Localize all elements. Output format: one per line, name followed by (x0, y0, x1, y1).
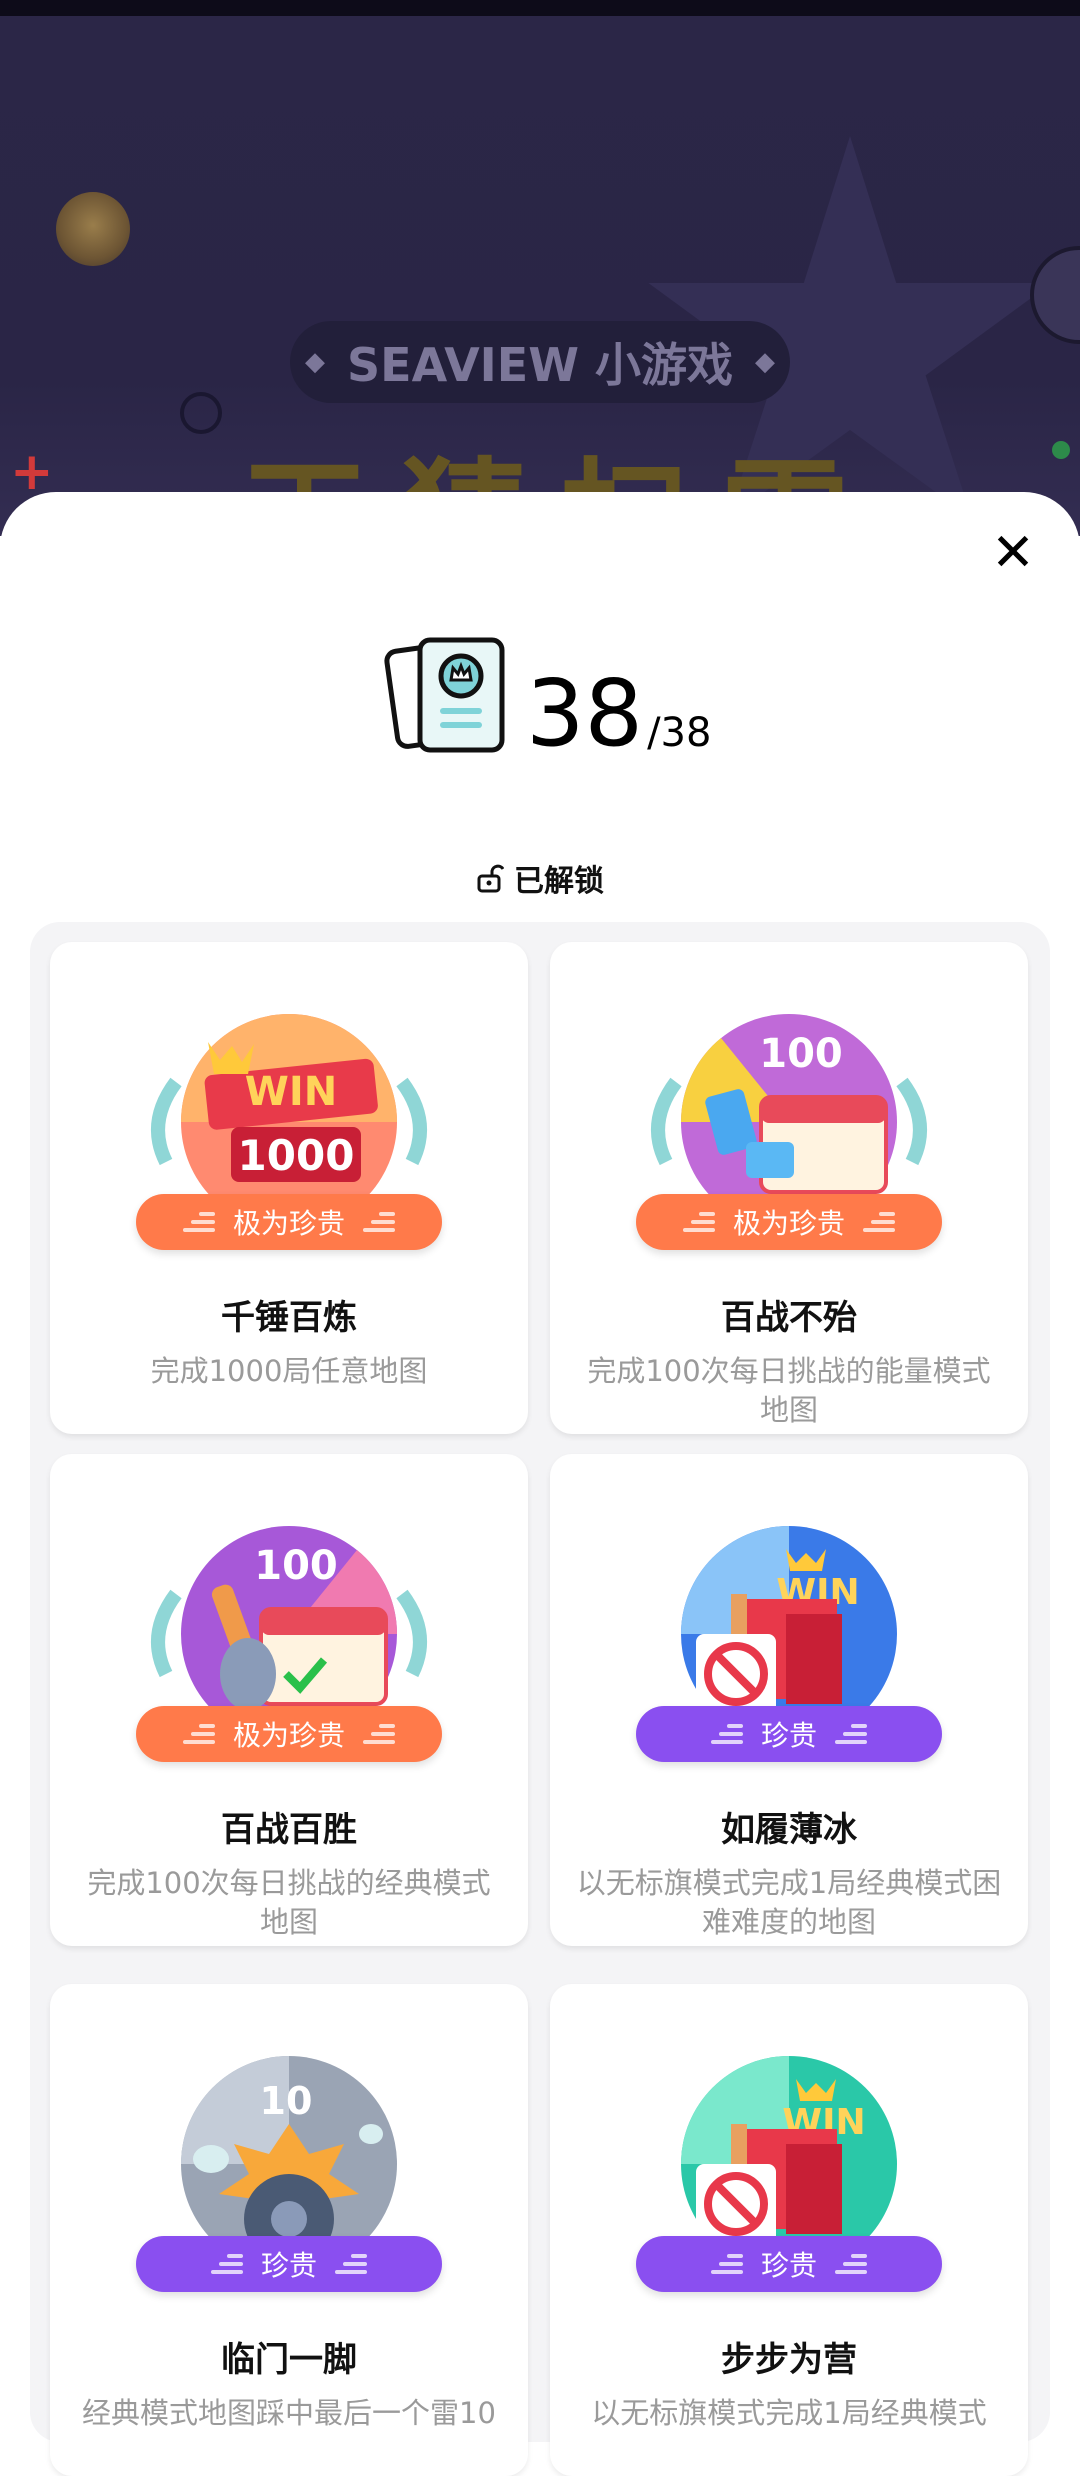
badge-number-text: 10 (260, 2079, 313, 2123)
plus-decoration-icon: + (10, 442, 54, 502)
unlock-icon (477, 864, 504, 893)
diamond-icon: ◆ (305, 347, 326, 377)
rarity-badge: 极为珍贵 (636, 1194, 942, 1250)
achievement-description: 以无标旗模式完成1局经典模式 (591, 2396, 987, 2430)
rarity-badge: 极为珍贵 (136, 1706, 442, 1762)
rarity-badge: 珍贵 (136, 2236, 442, 2292)
achievement-name: 步步为营 (721, 2340, 857, 2380)
achievement-cards-icon (384, 637, 505, 753)
achievement-card[interactable]: 100 极为珍贵 百战不殆 完成100次每日挑战的能量模式地图 (550, 942, 1028, 1434)
mine-explosion-10-badge-icon: 10 (181, 2056, 397, 2260)
badge-number-text: 100 (254, 1543, 338, 1589)
achievement-name: 千锤百炼 (221, 1298, 357, 1338)
badge-win-text: WIN (245, 1069, 337, 1115)
achievement-card[interactable]: 100 极为珍贵 百战百胜 完成100次每日挑战的经典模式地图 (50, 1454, 528, 1946)
stripes-icon (210, 2254, 243, 2274)
achievement-description: 完成100次每日挑战的能量模式地图 (587, 1354, 991, 1427)
stripes-icon (182, 1724, 215, 1744)
achievement-card[interactable]: WIN 1000 极为珍贵 千锤百炼 完成1000局任意地图 (50, 942, 528, 1434)
stripes-icon (863, 1212, 895, 1232)
status-bar (0, 0, 1080, 16)
rarity-label: 极为珍贵 (732, 1207, 845, 1240)
close-icon[interactable]: ✕ (990, 527, 1036, 579)
achievement-description: 以无标旗模式完成1局经典模式困难难度的地图 (576, 1866, 1002, 1939)
no-flag-win-green-badge-icon: WIN (681, 2056, 897, 2260)
rarity-label: 极为珍贵 (232, 1207, 345, 1240)
no-flag-win-blue-badge-icon: WIN (681, 1526, 897, 1730)
unlocked-count: 38 (526, 660, 644, 767)
stripes-icon (835, 1724, 867, 1744)
rarity-badge: 珍贵 (636, 1706, 942, 1762)
achievement-name: 百战百胜 (221, 1810, 357, 1850)
game-background: + ◆ SEAVIEW 小游戏 ◆ 天猜扫雷 (0, 16, 1080, 536)
achievement-counter: 38 /38 (382, 630, 711, 760)
rarity-badge: 珍贵 (636, 2236, 942, 2292)
rarity-label: 珍贵 (260, 2249, 317, 2282)
calendar-100-badge-icon: 100 (651, 1014, 927, 1218)
stripes-icon (682, 1212, 715, 1232)
green-dot-decoration (1052, 441, 1070, 459)
game-tag-pill: ◆ SEAVIEW 小游戏 ◆ (290, 321, 790, 403)
unlocked-section-header: 已解锁 (0, 856, 1080, 900)
stripes-icon (182, 1212, 215, 1232)
rarity-label: 极为珍贵 (232, 1719, 345, 1752)
achievement-name: 临门一脚 (221, 2340, 357, 2380)
ring-decoration (180, 392, 222, 434)
stripes-icon (835, 2254, 867, 2274)
achievement-card[interactable]: WIN 珍贵 如履薄冰 以无标旗模式完成1局经典模式困难难度的地图 (550, 1454, 1028, 1946)
diamond-icon: ◆ (754, 347, 775, 377)
stripes-icon (710, 2254, 743, 2274)
achievement-description: 完成1000局任意地图 (150, 1354, 428, 1388)
achievement-name: 百战不殆 (721, 1298, 857, 1338)
achievement-name: 如履薄冰 (721, 1810, 857, 1850)
unlocked-label: 已解锁 (514, 864, 604, 899)
rarity-badge: 极为珍贵 (136, 1194, 442, 1250)
rarity-label: 珍贵 (760, 1719, 817, 1752)
stripes-icon (335, 2254, 367, 2274)
stripes-icon (363, 1724, 395, 1744)
total-count: /38 (647, 710, 712, 756)
achievement-card[interactable]: 10 珍贵 临门一脚 经典模式地图踩中最后一个雷10 (50, 1984, 528, 2476)
achievements-grid: WIN 1000 极为珍贵 千锤百炼 完成1000局任意地图 100 极为珍贵 … (30, 922, 1050, 2476)
win-1000-badge-icon: WIN 1000 (151, 1014, 427, 1218)
achievement-card[interactable]: WIN 珍贵 步步为营 以无标旗模式完成1局经典模式 (550, 1984, 1028, 2476)
badge-number-text: 100 (759, 1031, 843, 1077)
rarity-label: 珍贵 (760, 2249, 817, 2282)
achievement-description: 经典模式地图踩中最后一个雷10 (82, 2396, 496, 2430)
game-tag-text: SEAVIEW 小游戏 (347, 338, 733, 392)
robot-mascot-icon (1030, 246, 1080, 344)
badge-number-text: 1000 (238, 1131, 355, 1180)
stripes-icon (363, 1212, 395, 1232)
stripes-icon (710, 1724, 743, 1744)
calendar-shovel-100-badge-icon: 100 (151, 1526, 427, 1730)
achievement-description: 完成100次每日挑战的经典模式地图 (87, 1866, 491, 1939)
mascot-avatar-icon (56, 192, 130, 266)
